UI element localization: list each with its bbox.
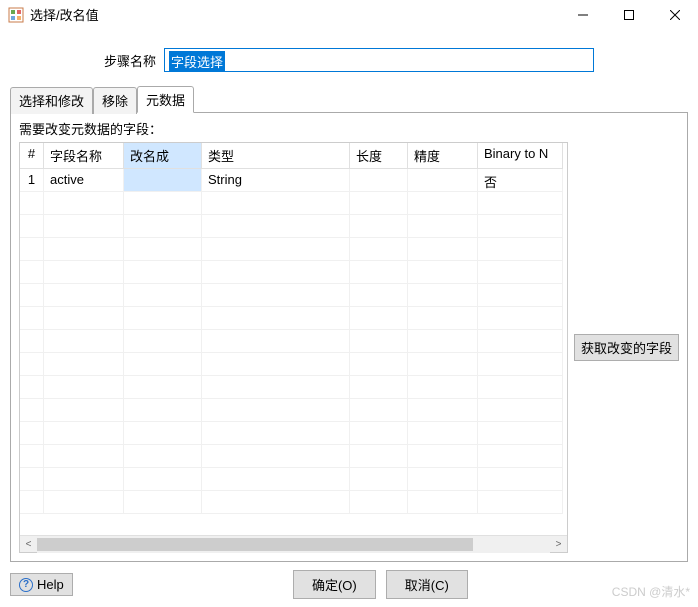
close-button[interactable] xyxy=(652,0,698,30)
col-binary[interactable]: Binary to N xyxy=(478,143,563,169)
panel-description: 需要改变元数据的字段： xyxy=(19,119,679,138)
horizontal-scrollbar[interactable]: < > xyxy=(20,535,567,552)
ok-button[interactable]: 确定(O) xyxy=(293,570,376,599)
cell-precision[interactable] xyxy=(408,169,478,192)
table-body: 1 active String 否 . . . . xyxy=(20,169,567,535)
col-rename-to[interactable]: 改名成 xyxy=(124,143,202,169)
side-buttons: 获取改变的字段 xyxy=(574,142,679,553)
table-header: # 字段名称 改名成 类型 长度 精度 Binary to N xyxy=(20,143,567,169)
help-icon: ? xyxy=(19,578,33,592)
watermark: CSDN @清水* xyxy=(612,583,690,600)
dialog-content: 步骤名称 字段选择 选择和修改 移除 元数据 需要改变元数据的字段： # 字段名… xyxy=(0,30,698,562)
app-icon xyxy=(8,7,24,23)
step-name-label: 步骤名称 xyxy=(104,51,156,70)
cancel-button[interactable]: 取消(C) xyxy=(386,570,468,599)
tab-metadata[interactable]: 元数据 xyxy=(137,86,194,113)
cell-num[interactable]: 1 xyxy=(20,169,44,192)
tab-strip: 选择和修改 移除 元数据 xyxy=(10,86,688,113)
titlebar: 选择/改名值 xyxy=(0,0,698,30)
table-row[interactable]: 1 active String 否 xyxy=(20,169,567,192)
cell-binary[interactable]: 否 xyxy=(478,169,563,192)
help-label: Help xyxy=(37,577,64,592)
scroll-left-icon[interactable]: < xyxy=(20,536,37,553)
cell-type[interactable]: String xyxy=(202,169,350,192)
step-name-input[interactable]: 字段选择 xyxy=(164,48,594,72)
tab-select-modify[interactable]: 选择和修改 xyxy=(10,87,93,114)
minimize-button[interactable] xyxy=(560,0,606,30)
col-type[interactable]: 类型 xyxy=(202,143,350,169)
col-precision[interactable]: 精度 xyxy=(408,143,478,169)
table-area: # 字段名称 改名成 类型 长度 精度 Binary to N 1 active xyxy=(19,142,679,553)
col-field-name[interactable]: 字段名称 xyxy=(44,143,124,169)
scroll-thumb[interactable] xyxy=(37,538,473,551)
empty-rows: . . . . . . . . . . . . . xyxy=(20,192,567,514)
help-button[interactable]: ? Help xyxy=(10,573,73,596)
cell-length[interactable] xyxy=(350,169,408,192)
dialog-buttons: 确定(O) 取消(C) xyxy=(73,570,688,599)
scroll-track[interactable] xyxy=(37,536,550,553)
window-title: 选择/改名值 xyxy=(30,5,560,24)
bottom-bar: ? Help 确定(O) 取消(C) xyxy=(0,562,698,607)
col-num[interactable]: # xyxy=(20,143,44,169)
cell-rename-to[interactable] xyxy=(124,169,202,192)
maximize-button[interactable] xyxy=(606,0,652,30)
step-name-row: 步骤名称 字段选择 xyxy=(10,48,688,72)
scroll-right-icon[interactable]: > xyxy=(550,536,567,553)
tab-remove[interactable]: 移除 xyxy=(93,87,137,114)
window-controls xyxy=(560,0,698,30)
cell-field-name[interactable]: active xyxy=(44,169,124,192)
fields-table[interactable]: # 字段名称 改名成 类型 长度 精度 Binary to N 1 active xyxy=(19,142,568,553)
tabs-container: 选择和修改 移除 元数据 需要改变元数据的字段： # 字段名称 改名成 类型 长… xyxy=(10,86,688,562)
col-length[interactable]: 长度 xyxy=(350,143,408,169)
get-changed-fields-button[interactable]: 获取改变的字段 xyxy=(574,334,679,361)
tab-panel-metadata: 需要改变元数据的字段： # 字段名称 改名成 类型 长度 精度 Binary t… xyxy=(10,112,688,562)
